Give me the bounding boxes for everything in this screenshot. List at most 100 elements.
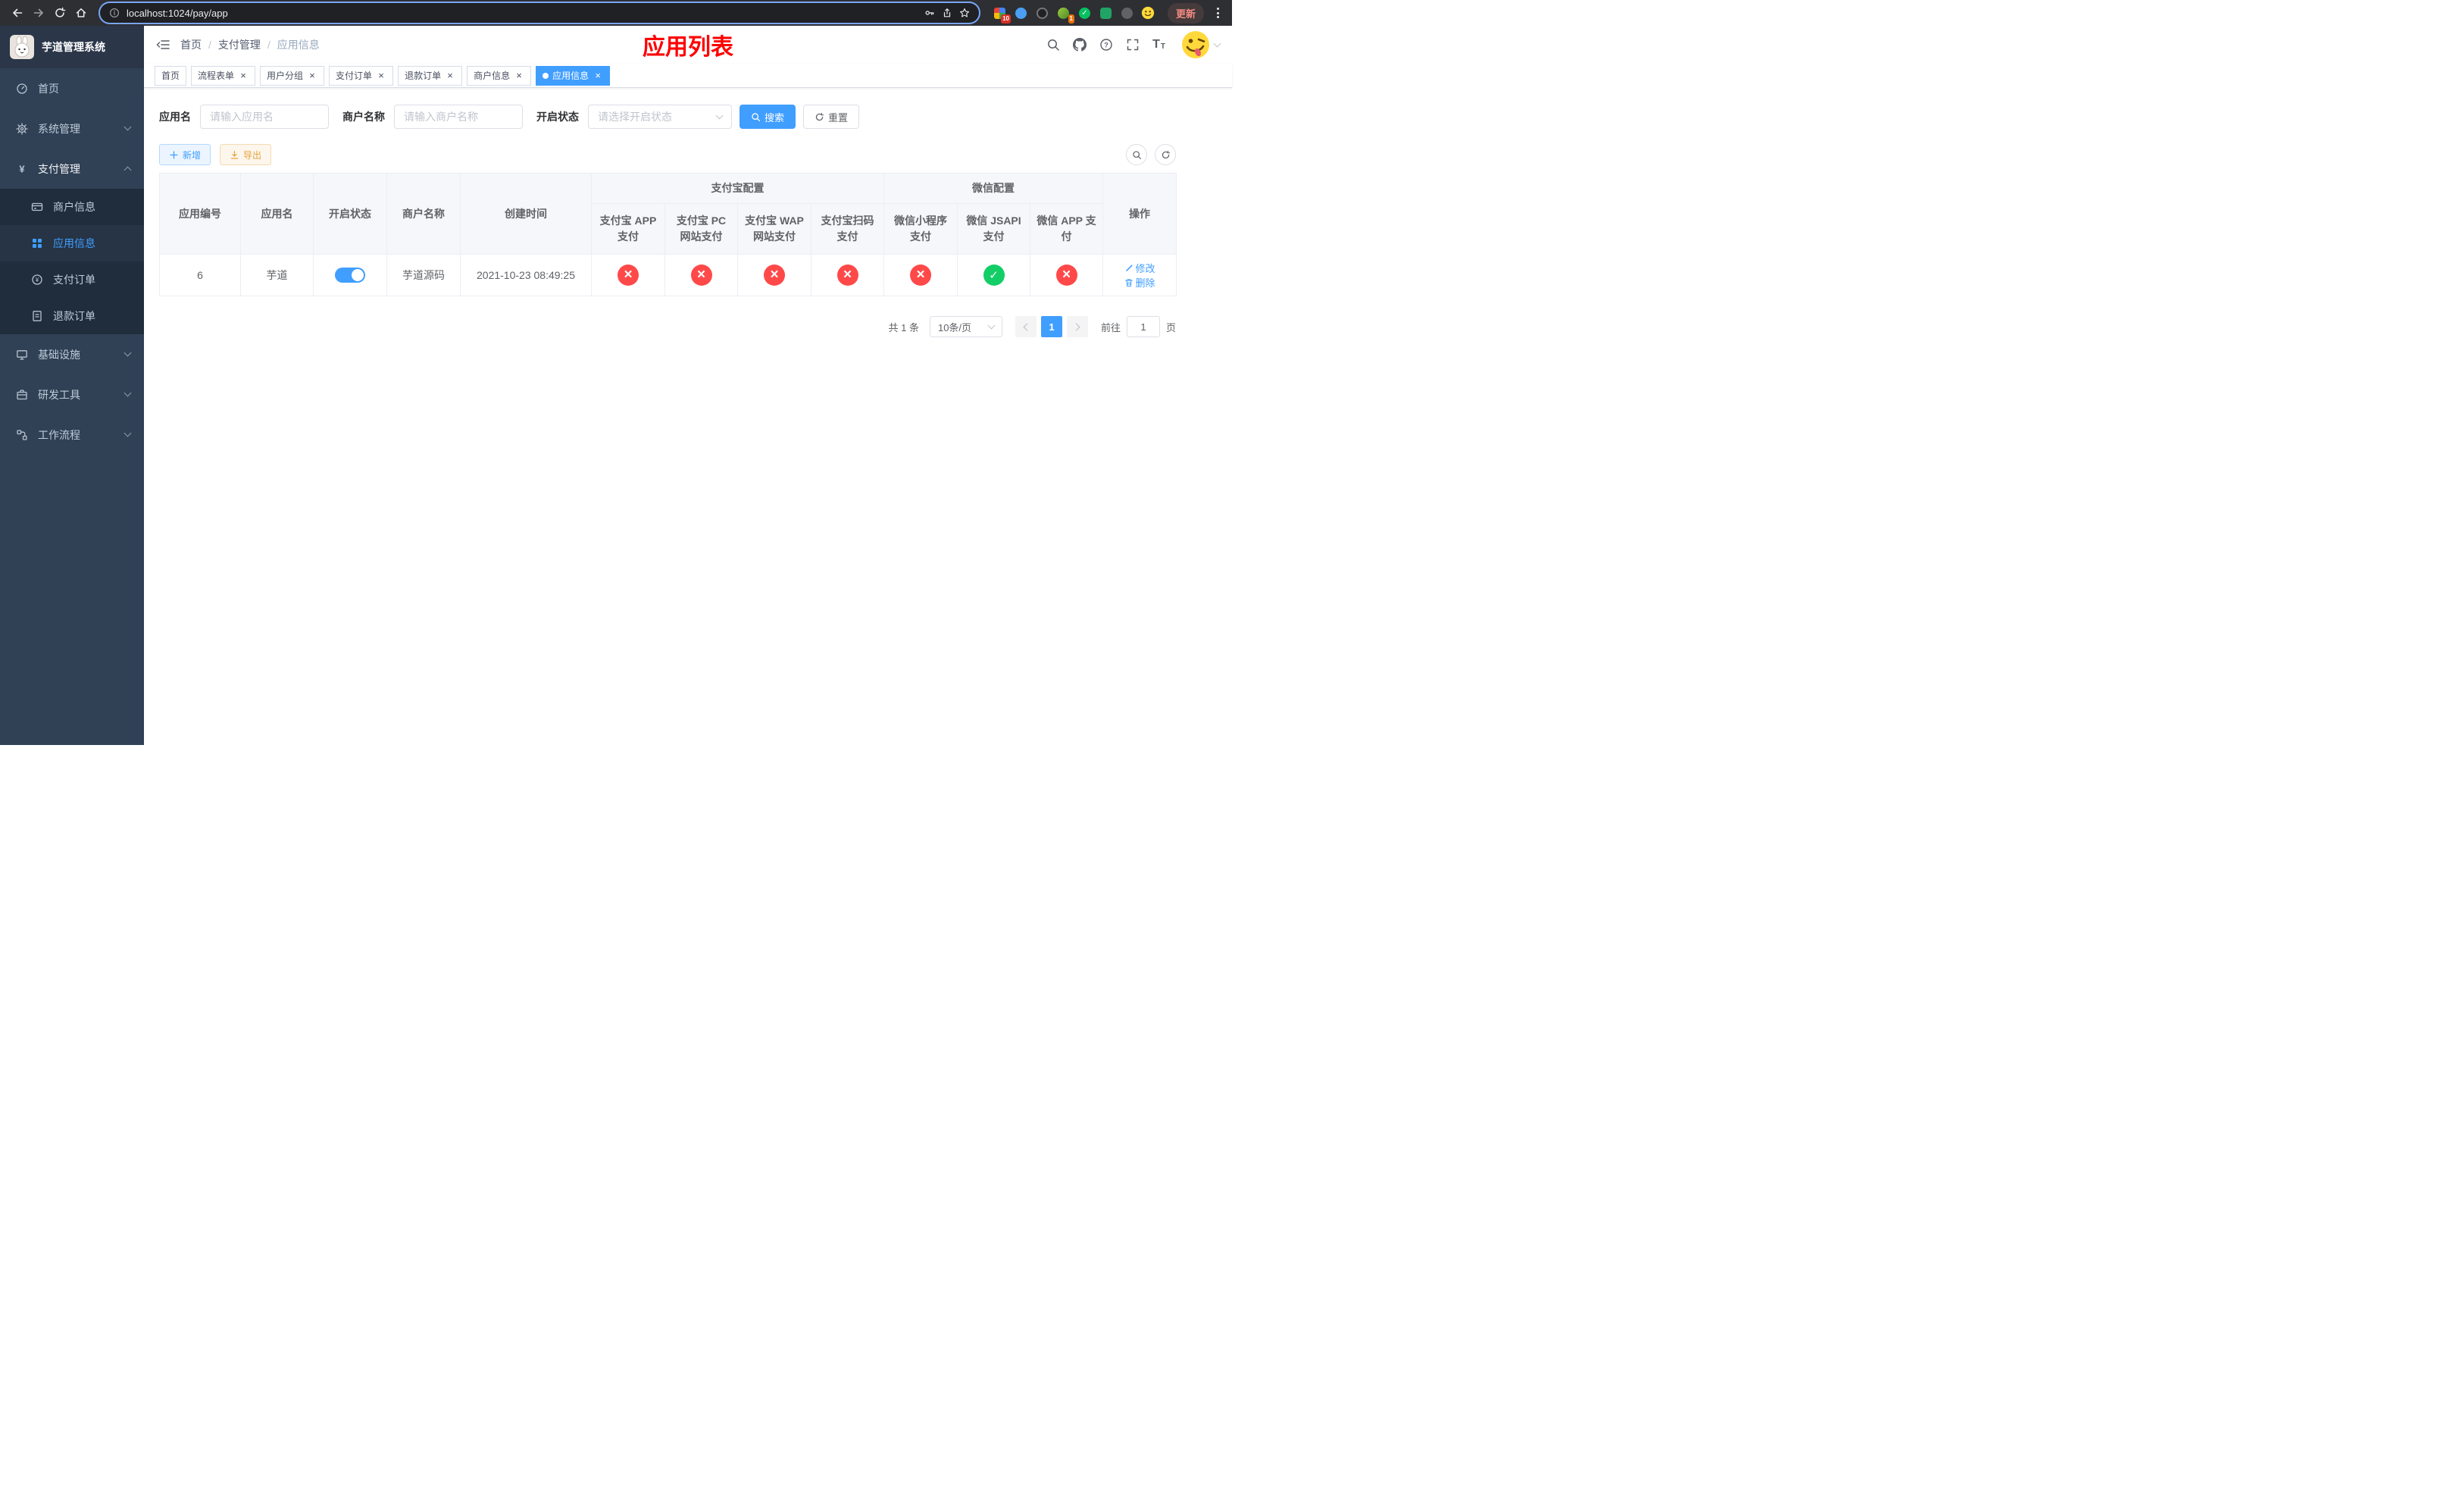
sidebar-item-devtools[interactable]: 研发工具	[0, 374, 144, 415]
table-row: 6 芋道 芋道源码 2021-10-23 08:49:25 × × × × × …	[159, 254, 1177, 296]
github-icon[interactable]	[1073, 38, 1087, 52]
share-icon[interactable]	[942, 8, 952, 18]
extension-chat-icon[interactable]	[1099, 6, 1113, 20]
pagination: 共 1 条 10条/页 1 前往 页	[159, 316, 1176, 337]
app-name-label: 应用名	[159, 111, 191, 123]
font-size-icon[interactable]: TT	[1152, 39, 1165, 51]
svg-text:¥: ¥	[19, 163, 25, 174]
delete-link[interactable]: 删除	[1124, 275, 1155, 290]
close-icon[interactable]: ×	[307, 70, 317, 81]
tab-user-group[interactable]: 用户分组 ×	[260, 65, 325, 86]
sidebar-item-label: 退款订单	[53, 310, 95, 322]
tab-home[interactable]: 首页	[155, 65, 187, 86]
sidebar-item-label: 支付订单	[53, 274, 95, 286]
extension-green-badge-icon[interactable]: 1	[1056, 6, 1074, 23]
sidebar-item-home[interactable]: 首页	[0, 68, 144, 108]
sidebar-item-pay-order[interactable]: ¥ 支付订单	[0, 261, 144, 298]
goto-page-input[interactable]	[1126, 316, 1160, 337]
extension-badge: 1	[1068, 14, 1074, 23]
pay-order-icon: ¥	[30, 274, 44, 286]
add-button[interactable]: 新增	[159, 144, 211, 165]
close-icon[interactable]: ×	[238, 70, 249, 81]
tab-label: 商户信息	[474, 70, 511, 81]
home-icon[interactable]	[71, 3, 91, 23]
sidebar-item-infrastructure[interactable]: 基础设施	[0, 334, 144, 374]
tab-refund-order[interactable]: 退款订单 ×	[398, 65, 463, 86]
tab-process-form[interactable]: 流程表单 ×	[191, 65, 256, 86]
tab-label: 用户分组	[267, 70, 304, 81]
close-icon[interactable]: ×	[593, 70, 603, 81]
sidebar-item-refund-order[interactable]: 退款订单	[0, 298, 144, 334]
merchant-name-input[interactable]	[394, 105, 523, 129]
close-icon[interactable]: ×	[376, 70, 386, 81]
sidebar-item-label: 首页	[38, 82, 59, 95]
sidebar-item-payment[interactable]: ¥ 支付管理	[0, 149, 144, 189]
fullscreen-icon[interactable]	[1126, 38, 1140, 52]
logo-title: 芋道管理系统	[42, 41, 105, 53]
status-label: 开启状态	[536, 111, 579, 123]
url-bar[interactable]: localhost:1024/pay/app	[100, 3, 979, 23]
sidebar-item-system[interactable]: 系统管理	[0, 108, 144, 149]
page-1-button[interactable]: 1	[1040, 316, 1062, 337]
refresh-table-icon[interactable]	[1155, 144, 1176, 165]
extension-dark-icon[interactable]	[1035, 6, 1049, 20]
profile-avatar-icon[interactable]	[1141, 6, 1155, 20]
extension-wechat-icon[interactable]: ✓	[1077, 6, 1092, 20]
close-icon[interactable]: ×	[514, 70, 524, 81]
extension-pin-icon[interactable]	[1120, 6, 1134, 20]
status-select[interactable]: 请选择开启状态	[588, 105, 732, 129]
page-size-select[interactable]: 10条/页	[929, 316, 1002, 337]
user-avatar[interactable]	[1180, 30, 1221, 60]
cell-app-id: 6	[159, 254, 241, 296]
sidebar-item-merchant-info[interactable]: 商户信息	[0, 189, 144, 225]
enabled-toggle[interactable]	[335, 268, 365, 283]
breadcrumb-payment[interactable]: 支付管理	[218, 37, 261, 52]
export-button[interactable]: 导出	[220, 144, 272, 165]
extension-blue-icon[interactable]	[1014, 6, 1028, 20]
back-icon[interactable]	[8, 3, 27, 23]
search-icon[interactable]	[1046, 38, 1060, 52]
tab-app-info[interactable]: 应用信息 ×	[536, 65, 611, 86]
col-wx-jsapi: 微信 JSAPI 支付	[957, 203, 1030, 255]
chevron-down-icon	[715, 111, 724, 119]
tab-merchant-info[interactable]: 商户信息 ×	[467, 65, 532, 86]
cell-status	[313, 254, 387, 296]
page-title: 应用列表	[643, 35, 733, 60]
browser-update-button[interactable]: 更新	[1167, 2, 1204, 23]
svg-text:¥: ¥	[35, 277, 39, 283]
forward-icon[interactable]	[29, 3, 48, 23]
breadcrumb-separator: /	[267, 39, 270, 51]
col-alipay-wap: 支付宝 WAP 网站支付	[737, 203, 811, 255]
sidebar-logo[interactable]: 芋道管理系统	[0, 26, 144, 68]
extension-grid-icon[interactable]: 10	[993, 6, 1011, 23]
search-button-label: 搜索	[765, 111, 785, 124]
reload-icon[interactable]	[50, 3, 70, 23]
col-status: 开启状态	[313, 173, 387, 255]
site-info-icon[interactable]	[109, 8, 120, 18]
col-merchant: 商户名称	[386, 173, 461, 255]
sidebar-fold-icon[interactable]	[156, 38, 170, 52]
bookmark-star-icon[interactable]	[959, 8, 970, 18]
reset-button[interactable]: 重置	[803, 105, 860, 129]
help-icon[interactable]: ?	[1099, 38, 1113, 52]
toggle-search-icon[interactable]	[1126, 144, 1147, 165]
next-page-button[interactable]	[1066, 316, 1088, 337]
tab-pay-order[interactable]: 支付订单 ×	[329, 65, 394, 86]
edit-link[interactable]: 修改	[1124, 261, 1155, 275]
pagination-total: 共 1 条	[888, 321, 919, 333]
page-unit-label: 页	[1165, 321, 1176, 333]
password-key-icon[interactable]	[924, 8, 935, 18]
browser-menu-icon[interactable]	[1212, 8, 1224, 18]
cell-created: 2021-10-23 08:49:25	[460, 254, 592, 296]
grid-icon	[30, 237, 44, 249]
search-button[interactable]: 搜索	[740, 105, 796, 129]
sidebar-item-label: 商户信息	[53, 201, 95, 213]
breadcrumb-home[interactable]: 首页	[180, 37, 202, 52]
export-button-label: 导出	[243, 149, 262, 161]
chevron-down-icon	[1213, 39, 1221, 47]
close-icon[interactable]: ×	[445, 70, 455, 81]
sidebar-item-workflow[interactable]: 工作流程	[0, 415, 144, 455]
prev-page-button[interactable]	[1015, 316, 1037, 337]
sidebar-item-app-info[interactable]: 应用信息	[0, 225, 144, 261]
app-name-input[interactable]	[200, 105, 329, 129]
